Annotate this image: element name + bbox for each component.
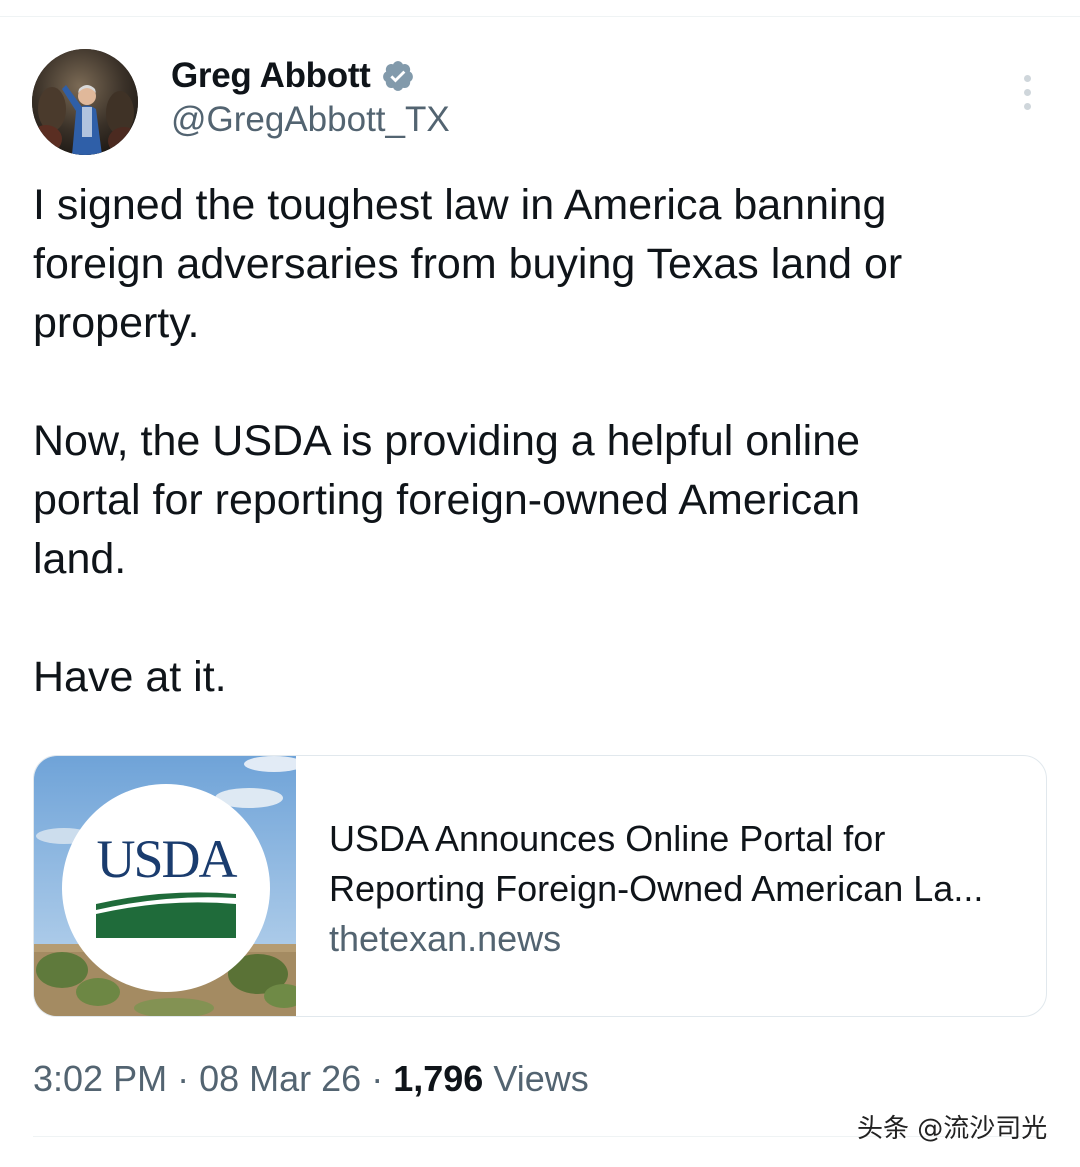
more-options-button[interactable] [1008, 68, 1046, 116]
usda-logo-text: USDA [96, 829, 237, 889]
tweet-paragraph: Have at it. [33, 653, 227, 701]
author-display-name[interactable]: Greg Abbott [171, 56, 371, 96]
tweet-time[interactable]: 3:02 PM [33, 1058, 167, 1099]
tweet-paragraph: I signed the toughest law in America ban… [33, 181, 903, 347]
more-dot-icon [1023, 102, 1031, 110]
link-preview-card[interactable]: USDA USDA Announces Online Portal for Re… [33, 755, 1047, 1017]
views-count: 1,796 [393, 1058, 484, 1099]
author-name-row: Greg Abbott [171, 54, 415, 98]
verified-badge-icon [381, 59, 415, 93]
more-dot-icon [1023, 88, 1031, 96]
author-handle[interactable]: @GregAbbott_TX [171, 100, 450, 140]
views-label: Views [493, 1058, 589, 1099]
tweet-paragraph: Now, the USDA is providing a helpful onl… [33, 417, 861, 583]
tweet-text: I signed the toughest law in America ban… [33, 176, 1043, 707]
card-title-line: USDA Announces Online Portal for [329, 818, 886, 859]
avatar-photo [32, 49, 138, 155]
usda-field-mark-icon [96, 892, 236, 938]
card-title-line: Reporting Foreign-Owned American La... [329, 868, 984, 909]
card-text: USDA Announces Online Portal for Reporti… [329, 814, 1029, 964]
meta-separator: · [177, 1058, 190, 1099]
source-watermark: 头条 @流沙司光 [857, 1114, 1048, 1144]
more-dot-icon [1023, 74, 1031, 82]
card-domain: thetexan.news [329, 918, 562, 959]
author-avatar[interactable] [32, 49, 138, 155]
meta-separator: · [371, 1058, 384, 1099]
tweet-date[interactable]: 08 Mar 26 [199, 1058, 361, 1099]
top-divider [0, 16, 1080, 17]
usda-logo: USDA [62, 784, 270, 992]
tweet-metadata: 3:02 PM · 08 Mar 26 · 1,796 Views [33, 1056, 589, 1102]
card-thumbnail: USDA [34, 756, 296, 1016]
